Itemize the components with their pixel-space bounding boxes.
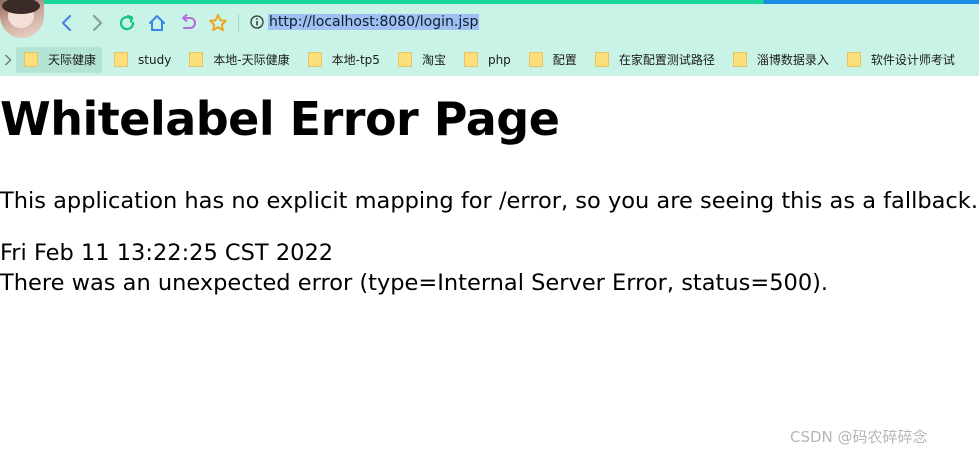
bookmark-label: 配置 xyxy=(552,53,577,67)
error-type-status: There was an unexpected error (type=Inte… xyxy=(0,270,829,296)
bookmark-item-study[interactable]: study xyxy=(106,47,177,73)
bookmark-label: 天际健康 xyxy=(48,53,97,67)
bookmark-item-home-test-path[interactable]: 在家配置测试路径 xyxy=(587,47,721,73)
folder-icon xyxy=(24,52,38,67)
bookmark-label: 软件设计师考试 xyxy=(870,53,955,67)
folder-icon xyxy=(594,52,609,67)
back-arrow-icon xyxy=(61,14,72,32)
folder-icon xyxy=(846,52,861,67)
folder-icon xyxy=(307,52,322,67)
bookmark-label: php xyxy=(487,52,511,67)
home-icon xyxy=(149,15,165,31)
info-icon[interactable] xyxy=(250,15,264,29)
chevron-right-icon xyxy=(4,53,12,66)
page-content: Whitelabel Error Page This application h… xyxy=(0,76,979,455)
error-details: Fri Feb 11 13:22:25 CST 2022 There was a… xyxy=(0,238,828,298)
reload-icon xyxy=(119,14,135,31)
address-bar[interactable]: http://localhost:8080/login.jsp xyxy=(268,11,480,33)
bookmark-label: 淘宝 xyxy=(421,53,446,67)
forward-button[interactable] xyxy=(86,12,108,34)
undo-icon xyxy=(182,14,196,29)
folder-icon xyxy=(189,52,204,67)
undo-close-tab-button[interactable] xyxy=(177,12,199,34)
toolbar-divider xyxy=(238,14,239,32)
error-message: This application has no explicit mapping… xyxy=(0,188,978,214)
bookmark-item-local-tp5[interactable]: 本地-tp5 xyxy=(300,47,386,73)
star-icon xyxy=(209,14,227,32)
address-bar-url[interactable]: http://localhost:8080/login.jsp xyxy=(268,14,480,30)
favorite-button[interactable] xyxy=(207,12,229,34)
bookmark-item-config[interactable]: 配置 xyxy=(521,47,583,73)
browser-toolbar: http://localhost:8080/login.jsp 天际健康 stu… xyxy=(0,0,979,76)
bookmark-bar: 天际健康 study 本地-天际健康 本地-tp5 淘宝 php 配置 在家配置… xyxy=(0,44,979,75)
home-button[interactable] xyxy=(146,12,168,34)
back-button[interactable] xyxy=(56,12,78,34)
page-load-progress-bar xyxy=(0,0,979,4)
bookmark-label: 淄博数据录入 xyxy=(756,53,829,67)
bookmark-item-local-tianji-health[interactable]: 本地-天际健康 xyxy=(181,47,295,73)
folder-icon xyxy=(732,52,747,67)
page-title: Whitelabel Error Page xyxy=(0,92,560,146)
folder-icon xyxy=(463,52,478,67)
folder-icon xyxy=(397,52,412,67)
watermark: CSDN @码农碎碎念 xyxy=(790,428,928,446)
folder-icon xyxy=(528,52,543,67)
reload-button[interactable] xyxy=(116,12,138,34)
bookmark-label: 本地-tp5 xyxy=(331,53,380,67)
bookmark-item-tianji-health[interactable]: 天际健康 xyxy=(16,46,103,73)
forward-arrow-icon xyxy=(92,14,103,32)
bookmark-item-taobao[interactable]: 淘宝 xyxy=(390,47,452,73)
folder-icon xyxy=(114,52,129,67)
bookmark-label: 在家配置测试路径 xyxy=(618,53,715,67)
user-avatar[interactable] xyxy=(0,0,44,38)
error-timestamp: Fri Feb 11 13:22:25 CST 2022 xyxy=(0,240,334,266)
bookmark-label: 本地-天际健康 xyxy=(213,53,290,67)
bookmark-bar-expand-button[interactable] xyxy=(2,45,14,75)
bookmark-item-zibo-data-entry[interactable]: 淄博数据录入 xyxy=(725,47,835,73)
bookmark-label: study xyxy=(138,52,172,67)
bookmark-item-php[interactable]: php xyxy=(456,47,517,73)
bookmark-item-software-designer-exam[interactable]: 软件设计师考试 xyxy=(839,47,961,73)
